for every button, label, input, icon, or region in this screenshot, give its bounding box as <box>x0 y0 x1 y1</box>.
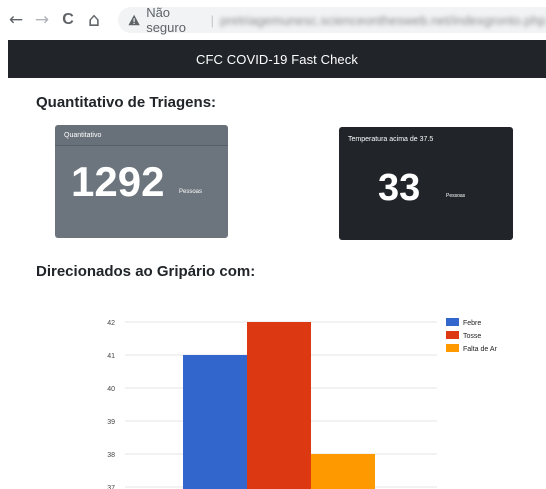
fever-card-header: Temperatura acima de 37.5 <box>348 136 434 143</box>
y-tick-label: 37 <box>107 485 115 489</box>
total-card-header: Quantitativo <box>55 125 228 146</box>
gripario-heading: Direcionados ao Gripário com: <box>36 263 256 280</box>
y-tick-label: 38 <box>107 452 115 459</box>
bar-febre <box>183 355 247 489</box>
security-label: Não seguro <box>146 5 186 35</box>
forward-arrow-icon[interactable]: → <box>29 7 55 33</box>
navbar-title[interactable]: CFC COVID-19 Fast Check <box>196 52 358 67</box>
legend-label: Tosse <box>463 333 481 340</box>
url-separator: | <box>210 12 215 28</box>
legend-swatch <box>446 331 459 339</box>
legend-label: Falta de Ar <box>463 346 498 353</box>
total-count: 1292 <box>71 158 165 205</box>
browser-toolbar: ← → C ⌂ Não seguro | pretriagemunesc.sci… <box>0 0 546 40</box>
total-card-body: 1292 Pessoas <box>55 146 228 226</box>
home-icon[interactable]: ⌂ <box>81 7 107 33</box>
address-bar[interactable]: Não seguro | pretriagemunesc.scienceonth… <box>118 5 546 35</box>
fever-count: 33 <box>378 167 421 209</box>
triagens-heading: Quantitativo de Triagens: <box>36 94 217 111</box>
total-unit: Pessoas <box>179 189 203 195</box>
reload-icon[interactable]: C <box>55 7 81 33</box>
fever-card: Temperatura acima de 37.5 33 Pessoas <box>339 127 513 240</box>
fever-unit: Pessoas <box>446 193 466 199</box>
url-text: pretriagemunesc.scienceonthesweb.net/ind… <box>220 12 546 28</box>
warning-icon <box>128 14 140 26</box>
y-tick-label: 42 <box>107 320 115 327</box>
total-card: Quantitativo 1292 Pessoas <box>55 125 228 238</box>
y-tick-label: 40 <box>107 386 115 393</box>
bar-tosse <box>247 322 311 489</box>
back-arrow-icon[interactable]: ← <box>3 7 29 33</box>
symptoms-bar-chart: 42 41 40 39 38 37 Febre Tosse Falta de Ar <box>107 318 498 489</box>
legend-swatch <box>446 344 459 352</box>
fever-card-body: 33 Pessoas <box>339 149 513 229</box>
app-navbar: CFC COVID-19 Fast Check <box>8 40 546 78</box>
y-tick-label: 41 <box>107 353 115 360</box>
y-tick-label: 39 <box>107 419 115 426</box>
legend-label: Febre <box>463 320 481 327</box>
bar-falta-de-ar <box>311 454 375 489</box>
legend-swatch <box>446 318 459 326</box>
